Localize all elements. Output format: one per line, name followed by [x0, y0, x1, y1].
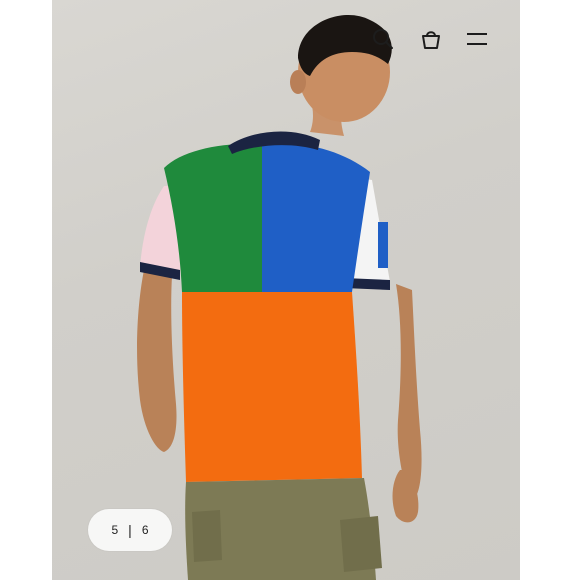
product-gallery-frame: 5 | 6	[0, 0, 580, 580]
product-photo-illustration	[137, 14, 422, 580]
header-icon-bar	[370, 26, 492, 52]
menu-button[interactable]	[464, 26, 490, 52]
cargo-pocket	[340, 516, 382, 572]
back-pocket	[192, 510, 222, 562]
sleeve-number-3	[378, 222, 388, 268]
cart-button[interactable]	[418, 26, 444, 52]
search-button[interactable]	[370, 26, 396, 52]
shopping-bag-icon	[422, 31, 440, 49]
product-photo[interactable]	[52, 0, 520, 580]
blue-panel	[262, 143, 370, 292]
ear	[290, 70, 306, 94]
orange-panel	[182, 292, 362, 482]
current-image-index: 5	[111, 523, 119, 537]
total-image-count: 6	[141, 523, 149, 537]
left-arm	[137, 270, 177, 452]
menu-icon	[467, 33, 487, 45]
search-icon	[373, 29, 393, 49]
right-arm	[396, 284, 422, 500]
pagination-separator: |	[128, 522, 132, 538]
gallery-pagination[interactable]: 5 | 6	[88, 509, 172, 551]
